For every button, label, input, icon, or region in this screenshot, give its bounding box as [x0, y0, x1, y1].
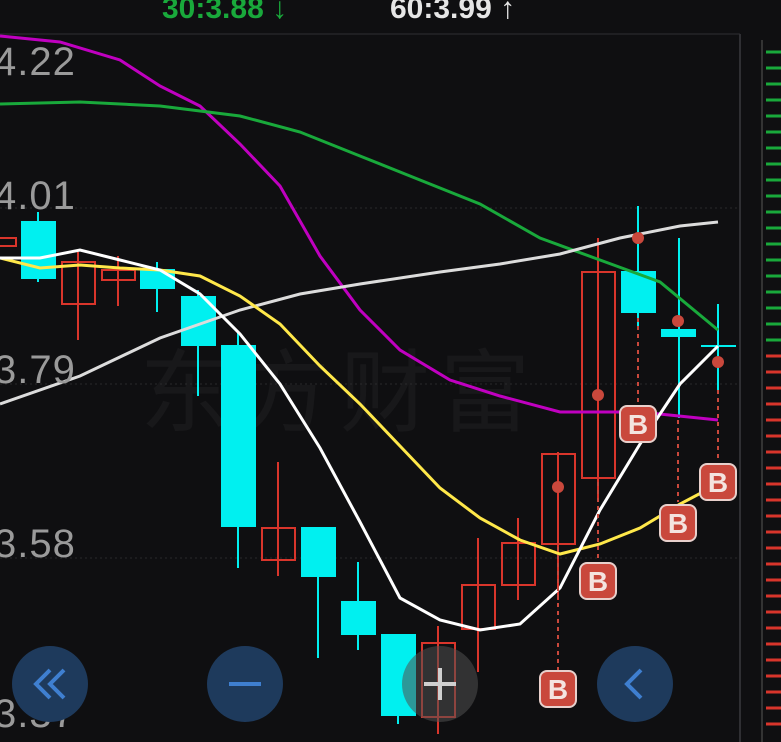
zoom-in-button[interactable] [402, 646, 478, 722]
volume-strip [761, 40, 781, 742]
ma10-line [0, 256, 719, 556]
minus-icon [229, 682, 261, 686]
zoom-out-button[interactable] [207, 646, 283, 722]
buy-marker[interactable]: B [619, 405, 657, 443]
buy-marker-label: B [548, 674, 568, 705]
ma30-line [0, 100, 719, 332]
chevron-left-icon [624, 668, 643, 700]
back-button[interactable] [597, 646, 673, 722]
double-chevron-left-icon [33, 668, 66, 700]
ma60-line [0, 220, 719, 406]
buy-marker-label: B [668, 508, 688, 539]
buy-marker[interactable]: B [539, 670, 577, 708]
buy-marker-label: B [628, 409, 648, 440]
price-level-label: 3.58 [0, 522, 76, 566]
buy-marker[interactable]: B [579, 562, 617, 600]
rewind-button[interactable] [12, 646, 88, 722]
kline-chart[interactable]: B B B B B [0, 0, 781, 742]
buy-marker[interactable]: B [659, 504, 697, 542]
buy-marker[interactable]: B [699, 463, 737, 501]
plus-icon [424, 668, 456, 700]
price-level-label: 4.22 [0, 40, 76, 84]
buy-marker-label: B [588, 566, 608, 597]
price-level-label: 3.79 [0, 348, 76, 392]
buy-marker-label: B [708, 467, 728, 498]
moving-averages [0, 34, 720, 632]
price-level-label: 4.01 [0, 174, 76, 218]
